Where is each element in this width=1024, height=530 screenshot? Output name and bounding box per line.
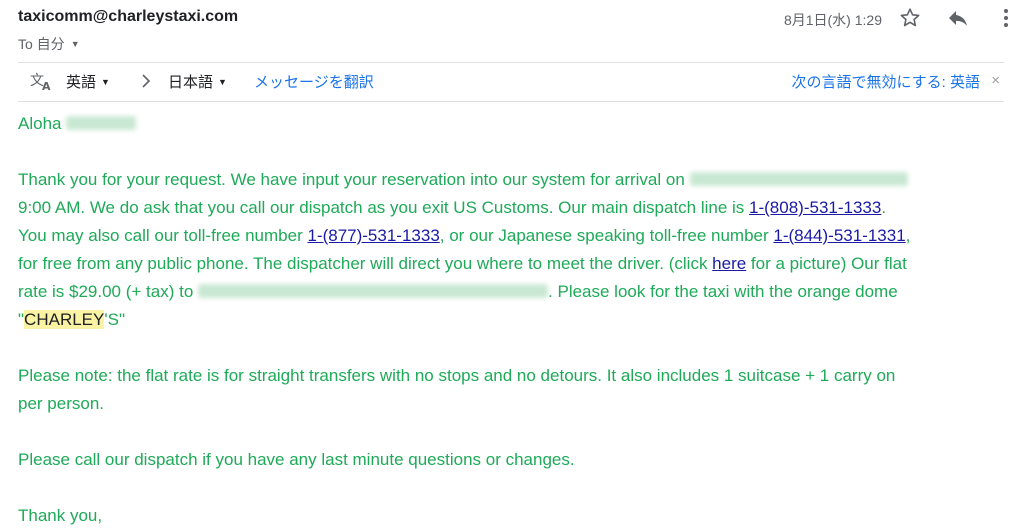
translate-icon: 文A [30,70,54,96]
text: for a picture) Our flat [746,254,907,273]
source-language-dropdown[interactable]: 英語 ▼ [66,71,110,92]
main-dispatch-phone-link[interactable]: 1-(808)-531-1333 [749,198,881,217]
text: 'S" [104,310,125,329]
source-language-label: 英語 [66,74,97,91]
close-translate-bar-icon[interactable]: × [991,72,1000,89]
text: . Please look for the taxi with the oran… [548,282,898,301]
svg-text:A: A [42,80,51,92]
paragraph-reservation: Thank you for your request. We have inpu… [18,166,1008,334]
text: , [905,226,911,245]
email-body: Aloha Thank you for your request. We hav… [18,110,1008,530]
text: , or our Japanese speaking toll-free num… [439,226,774,245]
translate-bar: 文A 英語 ▼ 日本語 ▼ メッセージを翻訳 次の言語で無効にする: 英語 × [18,62,1004,102]
reply-icon[interactable] [946,6,972,32]
chevron-right-icon [140,72,152,94]
greeting: Aloha [18,114,62,133]
text: 9:00 AM. We do ask that you call our dis… [18,198,750,217]
picture-here-link[interactable]: here [712,254,746,273]
caret-down-icon: ▼ [101,77,110,87]
recipient-line[interactable]: To 自分 ▼ [18,34,80,54]
text: Please note: the flat rate is for straig… [18,366,896,385]
highlighted-charley: CHARLEY [24,310,105,329]
email-header: taxicomm@charleystaxi.com To 自分 ▼ 8月1日(水)… [18,6,1024,56]
caret-down-icon: ▼ [218,77,227,87]
text: rate is $29.00 (+ tax) to [18,282,194,301]
paragraph-call-dispatch: Please call our dispatch if you have any… [18,450,575,469]
translate-message-link[interactable]: メッセージを翻訳 [254,71,374,92]
text: for free from any public phone. The disp… [18,254,713,273]
redacted-date [689,172,908,186]
closing-line: Thank you, [18,506,103,525]
text: Thank you for your request. We have inpu… [18,170,685,189]
text: You may also call our toll-free number [18,226,308,245]
text: per person. [18,394,104,413]
sender-address[interactable]: taxicomm@charleystaxi.com [18,8,238,26]
target-language-dropdown[interactable]: 日本語 ▼ [168,71,227,92]
greeting-line: Aloha [18,110,1008,138]
star-icon[interactable] [898,6,924,32]
recipient-details-dropdown-icon[interactable]: ▼ [71,39,80,49]
tollfree-phone-link[interactable]: 1-(877)-531-1333 [307,226,439,245]
redacted-name [66,116,137,130]
japanese-tollfree-phone-link[interactable]: 1-(844)-531-1331 [773,226,905,245]
paragraph-flat-rate-note: Please note: the flat rate is for straig… [18,362,1008,418]
text: . [881,198,887,217]
disable-translation-link[interactable]: 次の言語で無効にする: 英語 [792,71,981,92]
target-language-label: 日本語 [168,74,214,91]
more-vert-icon[interactable] [994,6,1020,32]
email-timestamp: 8月1日(水) 1:29 [783,12,882,28]
recipient-label: To 自分 [18,36,65,52]
redacted-destination [198,284,549,298]
